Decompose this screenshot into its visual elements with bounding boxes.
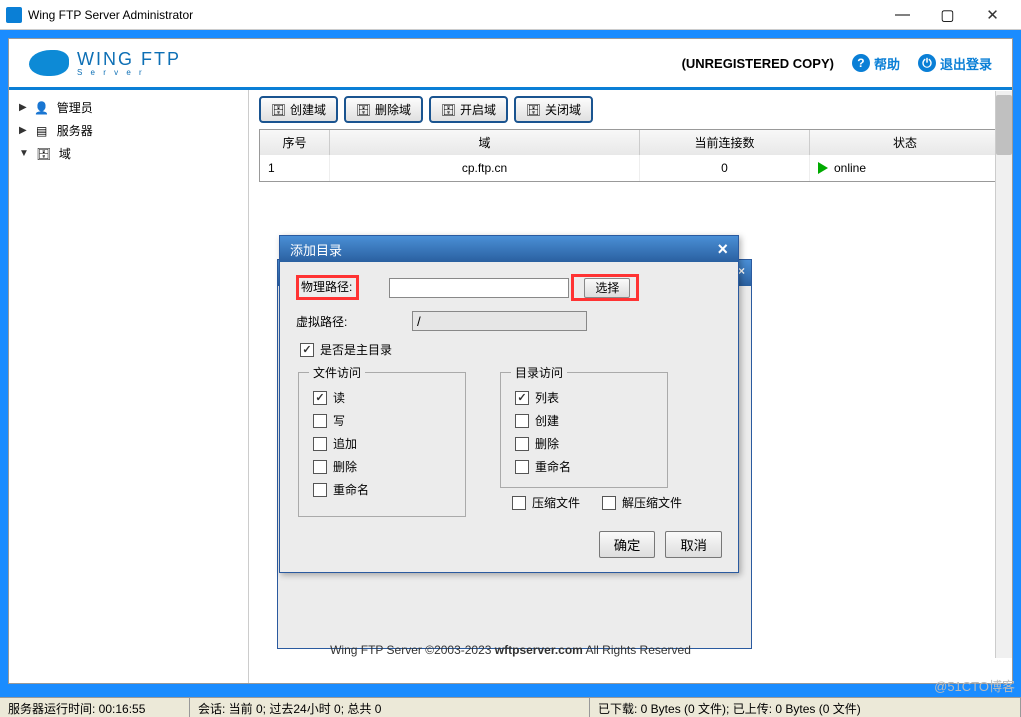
is-home-label: 是否是主目录: [320, 341, 392, 358]
window-title: Wing FTP Server Administrator: [28, 8, 193, 22]
file-read-checkbox[interactable]: [313, 391, 327, 405]
cell-status: online: [810, 155, 1001, 181]
minimize-button[interactable]: —: [880, 1, 925, 29]
virtual-path-input[interactable]: [412, 311, 587, 331]
help-label: 帮助: [874, 54, 900, 73]
physical-path-label: 物理路径:: [301, 280, 352, 294]
status-transfer: 已下载: 0 Bytes (0 文件); 已上传: 0 Bytes (0 文件): [590, 698, 1021, 717]
database-minus-icon: 🗄: [356, 103, 370, 117]
dialog-titlebar[interactable]: 添加目录 ×: [280, 236, 738, 262]
dir-delete-checkbox[interactable]: [515, 437, 529, 451]
cancel-button[interactable]: 取消: [665, 531, 722, 558]
brand-text: WING FTP: [77, 49, 181, 70]
logout-link[interactable]: ⏻ 退出登录: [918, 54, 992, 73]
create-domain-button[interactable]: 🗄 创建域: [259, 96, 338, 123]
app-icon: [6, 7, 22, 23]
dir-access-legend: 目录访问: [511, 364, 567, 381]
help-icon: ?: [852, 54, 870, 72]
start-domain-button[interactable]: 🗄 开启域: [429, 96, 508, 123]
file-access-legend: 文件访问: [309, 364, 365, 381]
unregistered-label: (UNREGISTERED COPY): [682, 56, 834, 71]
file-rename-checkbox[interactable]: [313, 483, 327, 497]
logout-label: 退出登录: [940, 54, 992, 73]
sidebar-item-label: 服务器: [57, 122, 93, 139]
physical-path-input[interactable]: [389, 278, 569, 298]
delete-domain-button[interactable]: 🗄 删除域: [344, 96, 423, 123]
col-header-sn[interactable]: 序号: [260, 130, 330, 155]
sidebar-item-label: 管理员: [57, 99, 93, 116]
dir-access-group: 目录访问 列表 创建 删除 重命名: [500, 364, 668, 488]
cell-conn: 0: [640, 155, 810, 181]
logo-mark-icon: [29, 50, 69, 76]
sidebar: ▶ 👤 管理员 ▶ ▤ 服务器 ▼ 🗄 域: [9, 90, 249, 683]
admin-icon: 👤: [33, 101, 51, 115]
app-header: WING FTP S e r v e r (UNREGISTERED COPY)…: [9, 39, 1012, 90]
cell-domain: cp.ftp.cn: [330, 155, 640, 181]
status-uptime: 服务器运行时间: 00:16:55: [0, 698, 190, 717]
col-header-status[interactable]: 状态: [810, 130, 1001, 155]
help-link[interactable]: ? 帮助: [852, 54, 900, 73]
vertical-scrollbar[interactable]: [995, 91, 1012, 658]
dir-create-checkbox[interactable]: [515, 414, 529, 428]
stop-domain-button[interactable]: 🗄 关闭域: [514, 96, 593, 123]
cell-sn: 1: [260, 155, 330, 181]
online-icon: [818, 162, 828, 174]
file-access-group: 文件访问 读 写 追加 删除 重命名: [298, 364, 466, 517]
expand-icon: ▶: [19, 102, 27, 113]
dialog-title: 添加目录: [290, 240, 342, 259]
footer-link[interactable]: wftpserver.com: [495, 643, 583, 657]
expand-icon: ▶: [19, 125, 27, 136]
domain-icon: 🗄: [35, 147, 53, 161]
collapse-icon: ▼: [19, 148, 29, 159]
add-directory-dialog: 添加目录 × 物理路径: 选择 虚拟路径:: [279, 235, 739, 573]
watermark: @51CTO博客: [934, 676, 1015, 695]
close-icon[interactable]: ×: [717, 239, 728, 260]
app-window: WING FTP S e r v e r (UNREGISTERED COPY)…: [8, 38, 1013, 684]
logo: WING FTP S e r v e r: [29, 49, 181, 77]
status-sessions: 会话: 当前 0; 过去24小时 0; 总共 0: [190, 698, 590, 717]
scrollbar-thumb[interactable]: [996, 95, 1012, 155]
desktop-area: WING FTP S e r v e r (UNREGISTERED COPY)…: [0, 30, 1021, 692]
sidebar-item-server[interactable]: ▶ ▤ 服务器: [19, 119, 238, 142]
dir-rename-checkbox[interactable]: [515, 460, 529, 474]
col-header-conn[interactable]: 当前连接数: [640, 130, 810, 155]
file-append-checkbox[interactable]: [313, 437, 327, 451]
unzip-checkbox[interactable]: [602, 496, 616, 510]
os-titlebar: Wing FTP Server Administrator — ▢ ✕: [0, 0, 1021, 30]
close-icon[interactable]: ×: [738, 264, 745, 278]
sidebar-item-domain[interactable]: ▼ 🗄 域: [19, 142, 238, 165]
database-plus-icon: 🗄: [271, 103, 285, 117]
maximize-button[interactable]: ▢: [925, 1, 970, 29]
dir-list-checkbox[interactable]: [515, 391, 529, 405]
database-start-icon: 🗄: [441, 103, 455, 117]
ok-button[interactable]: 确定: [599, 531, 656, 558]
footer: Wing FTP Server ©2003-2023 wftpserver.co…: [9, 637, 1012, 663]
file-write-checkbox[interactable]: [313, 414, 327, 428]
database-stop-icon: 🗄: [526, 103, 540, 117]
sidebar-item-label: 域: [59, 145, 71, 162]
power-icon: ⏻: [918, 54, 936, 72]
server-icon: ▤: [33, 124, 51, 138]
close-button[interactable]: ✕: [970, 1, 1015, 29]
statusbar: 服务器运行时间: 00:16:55 会话: 当前 0; 过去24小时 0; 总共…: [0, 697, 1021, 717]
virtual-path-label: 虚拟路径:: [296, 313, 374, 330]
file-delete-checkbox[interactable]: [313, 460, 327, 474]
sidebar-item-admin[interactable]: ▶ 👤 管理员: [19, 96, 238, 119]
is-home-checkbox[interactable]: [300, 343, 314, 357]
select-path-button[interactable]: 选择: [584, 278, 630, 298]
table-row[interactable]: 1 cp.ftp.cn 0 online: [260, 155, 1001, 181]
zip-checkbox[interactable]: [512, 496, 526, 510]
col-header-domain[interactable]: 域: [330, 130, 640, 155]
domain-grid: 序号 域 当前连接数 状态 1 cp.ftp.cn 0 online: [259, 129, 1002, 182]
toolbar: 🗄 创建域 🗄 删除域 🗄 开启域 🗄 关闭域: [259, 96, 1002, 123]
